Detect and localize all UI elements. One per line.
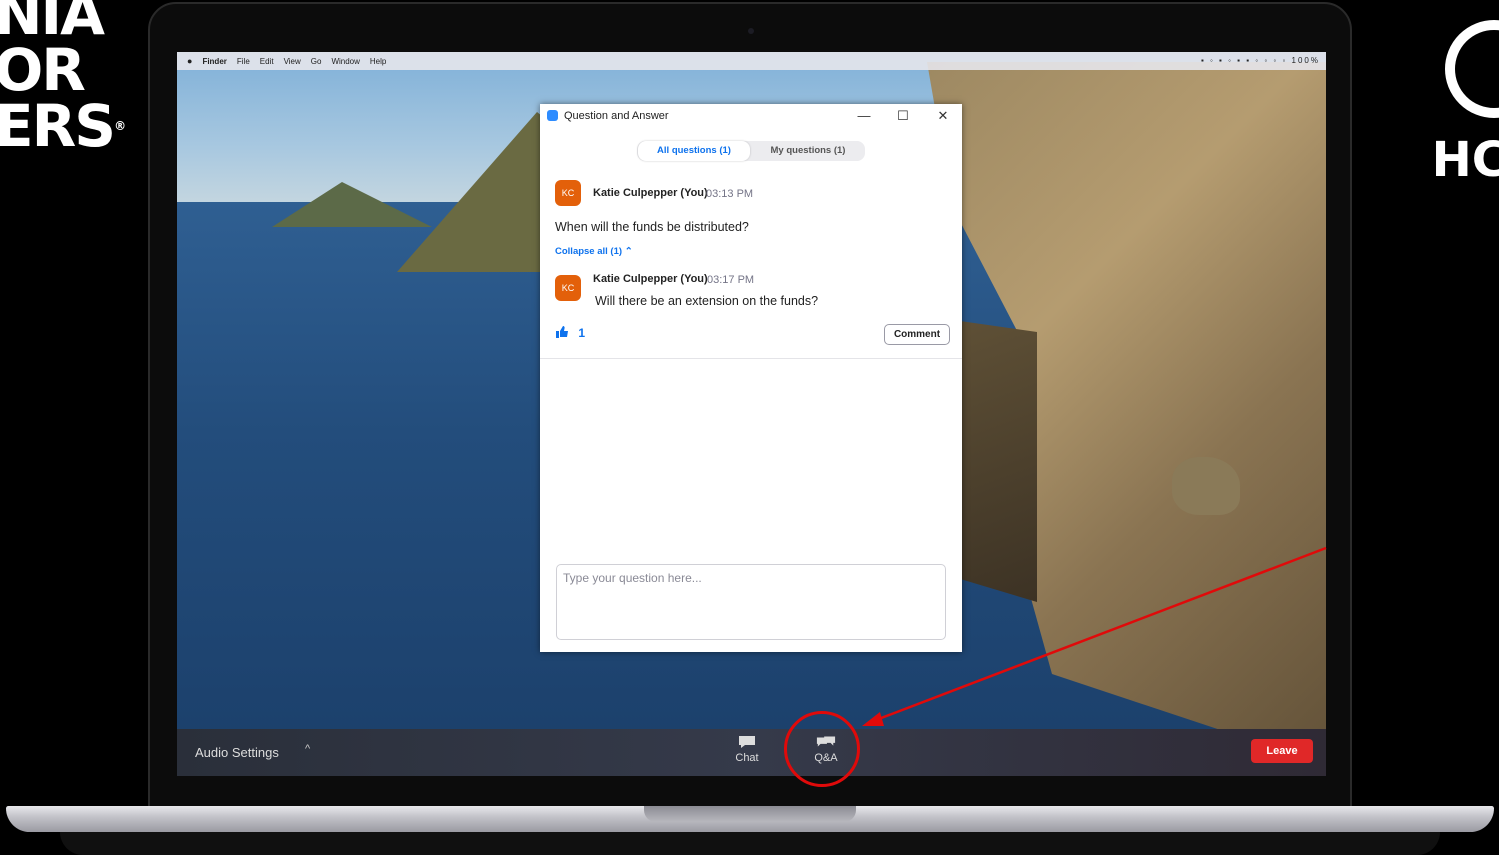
- menu-window[interactable]: Window: [331, 57, 359, 66]
- menu-finder[interactable]: Finder: [202, 57, 226, 66]
- webcam-icon: [748, 28, 754, 34]
- laptop-shadow: [60, 832, 1440, 855]
- apple-icon[interactable]: ●: [187, 56, 192, 66]
- maximize-icon[interactable]: ☐: [895, 108, 911, 124]
- close-icon[interactable]: ✕: [935, 108, 951, 124]
- chat-icon: [739, 736, 755, 748]
- chevron-up-icon[interactable]: ^: [305, 743, 310, 755]
- comment-button[interactable]: Comment: [884, 324, 950, 345]
- reply-text: Will there be an extension on the funds?: [595, 294, 819, 308]
- chat-label: Chat: [735, 752, 759, 764]
- question-author: Katie Culpepper (You): [593, 187, 708, 199]
- reply-author: Katie Culpepper (You): [593, 273, 708, 285]
- laptop-notch: [644, 806, 856, 822]
- background-logo-left: NIA OR ERS®: [0, 0, 126, 160]
- annotation-circle: [784, 711, 860, 787]
- collapse-all-link[interactable]: Collapse all (1) ⌃: [555, 246, 633, 257]
- battery-percent: 100%: [1291, 56, 1320, 65]
- qa-window-title: Question and Answer: [564, 110, 669, 122]
- menu-view[interactable]: View: [284, 57, 301, 66]
- zoom-logo-icon: [547, 110, 558, 121]
- logo-line: OR: [0, 36, 86, 104]
- menu-edit[interactable]: Edit: [260, 57, 274, 66]
- divider: [540, 358, 962, 359]
- qa-tabs: All questions (1) My questions (1): [637, 141, 865, 161]
- logo-text: HC: [1431, 132, 1499, 188]
- qa-titlebar: Question and Answer — ☐ ✕: [540, 104, 962, 128]
- menu-file[interactable]: File: [237, 57, 250, 66]
- question-text: When will the funds be distributed?: [555, 220, 749, 234]
- tab-all-questions[interactable]: All questions (1): [638, 141, 750, 161]
- minimize-icon[interactable]: —: [856, 108, 872, 123]
- qa-window: Question and Answer — ☐ ✕ All questions …: [540, 104, 962, 652]
- tab-my-questions[interactable]: My questions (1): [751, 141, 865, 161]
- upvote-button[interactable]: 1: [556, 326, 585, 340]
- meeting-toolbar: Audio Settings ^ Chat Q&A Leave: [177, 729, 1326, 776]
- logo-line: ERS®: [0, 92, 126, 160]
- chevron-up-icon: ⌃: [624, 246, 633, 257]
- audio-settings-button[interactable]: Audio Settings: [195, 745, 279, 760]
- wallpaper-island: [1172, 457, 1240, 515]
- menubar-status-icons[interactable]: ▪ ◦ ▪ ◦ ▪ ▪ ◦ ◦ ◦ ◦ 100%: [1201, 56, 1320, 65]
- chat-button[interactable]: Chat: [727, 735, 767, 764]
- avatar: KC: [555, 275, 581, 301]
- reply-time: 03:17 PM: [707, 274, 755, 286]
- menu-go[interactable]: Go: [311, 57, 322, 66]
- menu-help[interactable]: Help: [370, 57, 386, 66]
- logo-ring-icon: [1445, 20, 1499, 118]
- question-input[interactable]: [556, 564, 946, 640]
- avatar: KC: [555, 180, 581, 206]
- thumbs-up-icon: [556, 326, 568, 338]
- leave-button[interactable]: Leave: [1251, 739, 1313, 763]
- question-time: 03:13 PM: [706, 188, 754, 200]
- upvote-count: 1: [578, 326, 586, 340]
- mac-menubar: ● Finder File Edit View Go Window Help ▪…: [177, 52, 1326, 70]
